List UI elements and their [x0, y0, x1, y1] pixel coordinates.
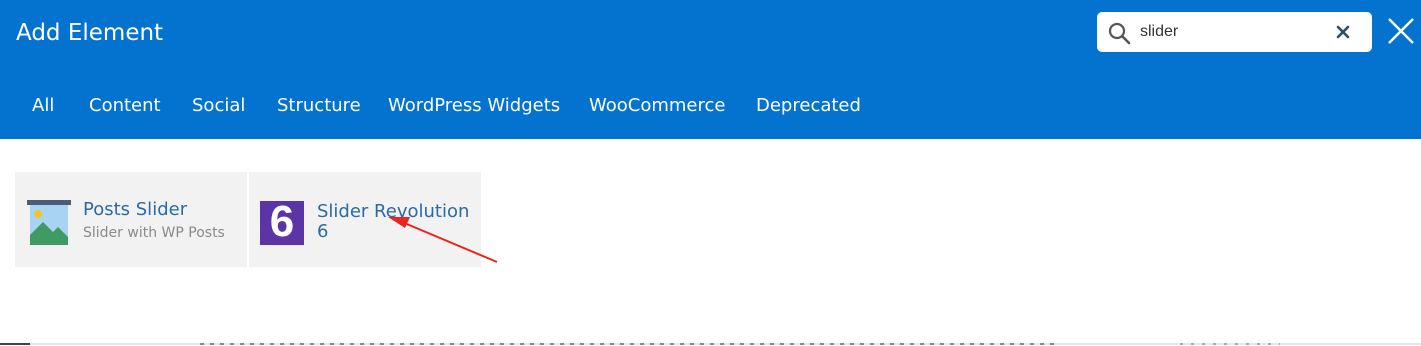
tab-content[interactable]: Content [89, 95, 161, 116]
modal-header: Add Element All Content Social Structure… [0, 0, 1421, 139]
slider-revolution-glyph: 6 [269, 197, 295, 246]
card-title: Slider Revolution 6 [317, 201, 470, 242]
bottom-text-fragment [0, 343, 1421, 345]
search-box[interactable] [1097, 12, 1372, 52]
tab-deprecated[interactable]: Deprecated [756, 95, 861, 116]
card-subtitle: Slider with WP Posts [83, 225, 225, 241]
tab-social[interactable]: Social [192, 95, 245, 116]
image-landscape-icon [27, 200, 71, 245]
close-icon[interactable] [1386, 16, 1416, 46]
element-card-posts-slider[interactable]: Posts Slider Slider with WP Posts [15, 172, 247, 267]
tab-woocommerce[interactable]: WooCommerce [589, 95, 725, 116]
category-tabs: All Content Social Structure WordPress W… [0, 95, 1421, 119]
card-title: Posts Slider [83, 199, 188, 220]
modal-title: Add Element [16, 20, 164, 46]
slider-revolution-icon: 6 [260, 197, 304, 246]
tab-structure[interactable]: Structure [277, 95, 361, 116]
results-grid: Posts Slider Slider with WP Posts 6 Slid… [15, 172, 481, 267]
tab-all[interactable]: All [32, 95, 54, 116]
clear-search-icon[interactable] [1335, 24, 1351, 40]
element-card-slider-revolution[interactable]: 6 Slider Revolution 6 [249, 172, 481, 267]
search-input[interactable] [1140, 20, 1330, 44]
search-icon [1108, 22, 1131, 45]
tab-wordpress-widgets[interactable]: WordPress Widgets [388, 95, 560, 116]
